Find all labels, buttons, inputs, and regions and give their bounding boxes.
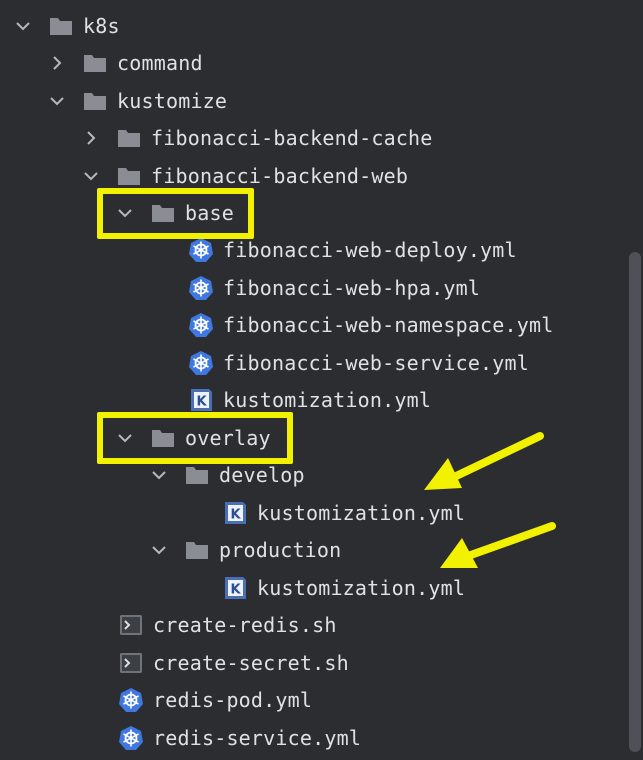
kubernetes-icon bbox=[188, 312, 214, 338]
tree-node-label: create-secret.sh bbox=[153, 651, 349, 675]
tree-node-label: create-redis.sh bbox=[153, 613, 337, 637]
tree-node-kustomize[interactable]: kustomize bbox=[48, 83, 227, 119]
tree-node-fibonacci-backend-cache[interactable]: fibonacci-backend-cache bbox=[82, 120, 433, 156]
chevron-right-icon[interactable] bbox=[48, 54, 66, 72]
tree-node-label: redis-service.yml bbox=[153, 726, 362, 750]
project-tree: k8s command kustomize fibonacci-backend-… bbox=[0, 0, 628, 760]
tree-node-label: k8s bbox=[83, 14, 120, 38]
tree-node-create-redis[interactable]: create-redis.sh bbox=[118, 607, 337, 643]
tree-node-fibonacci-web-hpa[interactable]: fibonacci-web-hpa.yml bbox=[188, 270, 480, 306]
highlight-box-base bbox=[97, 188, 254, 239]
shell-script-icon bbox=[118, 650, 144, 676]
folder-icon bbox=[116, 125, 142, 151]
kustomize-badge: K bbox=[196, 395, 207, 410]
tree-node-label: fibonacci-web-deploy.yml bbox=[223, 238, 517, 262]
kubernetes-icon bbox=[188, 237, 214, 263]
kustomize-badge: K bbox=[230, 508, 241, 523]
kustomize-icon: K bbox=[222, 575, 248, 601]
tree-node-redis-service[interactable]: redis-service.yml bbox=[118, 720, 361, 756]
tree-node-fibonacci-web-namespace[interactable]: fibonacci-web-namespace.yml bbox=[188, 307, 554, 343]
kubernetes-icon bbox=[118, 725, 144, 751]
tree-node-label: kustomization.yml bbox=[257, 501, 466, 525]
kustomize-icon: K bbox=[188, 387, 214, 413]
folder-icon bbox=[82, 50, 108, 76]
highlight-box-overlay bbox=[97, 412, 293, 464]
kubernetes-icon bbox=[118, 687, 144, 713]
vertical-scrollbar[interactable] bbox=[628, 0, 643, 760]
tree-node-k8s[interactable]: k8s bbox=[14, 8, 120, 44]
tree-node-label: command bbox=[117, 51, 203, 75]
kustomize-icon: K bbox=[222, 500, 248, 526]
tree-node-kustomization-production[interactable]: K kustomization.yml bbox=[222, 570, 465, 606]
tree-node-fibonacci-web-service[interactable]: fibonacci-web-service.yml bbox=[188, 345, 529, 381]
folder-icon bbox=[48, 13, 74, 39]
chevron-down-icon[interactable] bbox=[82, 167, 100, 185]
shell-script-icon bbox=[118, 612, 144, 638]
kubernetes-icon bbox=[188, 350, 214, 376]
chevron-down-icon[interactable] bbox=[150, 541, 168, 559]
tree-node-label: kustomize bbox=[117, 89, 228, 113]
folder-icon bbox=[184, 462, 210, 488]
tree-node-label: fibonacci-web-hpa.yml bbox=[223, 276, 481, 300]
tree-node-label: fibonacci-web-service.yml bbox=[223, 351, 530, 375]
chevron-down-icon[interactable] bbox=[48, 92, 66, 110]
scrollbar-thumb[interactable] bbox=[629, 252, 641, 752]
chevron-right-icon[interactable] bbox=[82, 129, 100, 147]
tree-node-production[interactable]: production bbox=[150, 532, 341, 568]
chevron-down-icon[interactable] bbox=[150, 466, 168, 484]
folder-icon bbox=[82, 88, 108, 114]
tree-node-label: fibonacci-web-namespace.yml bbox=[223, 313, 554, 337]
folder-icon bbox=[184, 537, 210, 563]
tree-node-label: kustomization.yml bbox=[257, 576, 466, 600]
folder-icon bbox=[116, 163, 142, 189]
tree-node-kustomization-develop[interactable]: K kustomization.yml bbox=[222, 495, 465, 531]
tree-node-create-secret[interactable]: create-secret.sh bbox=[118, 645, 349, 681]
chevron-down-icon[interactable] bbox=[14, 17, 32, 35]
tree-node-label: production bbox=[219, 538, 342, 562]
tree-node-command[interactable]: command bbox=[48, 45, 203, 81]
kustomize-badge: K bbox=[230, 583, 241, 598]
tree-node-label: redis-pod.yml bbox=[153, 688, 313, 712]
kubernetes-icon bbox=[188, 275, 214, 301]
tree-node-label: fibonacci-backend-cache bbox=[151, 126, 433, 150]
tree-node-redis-pod[interactable]: redis-pod.yml bbox=[118, 682, 312, 718]
